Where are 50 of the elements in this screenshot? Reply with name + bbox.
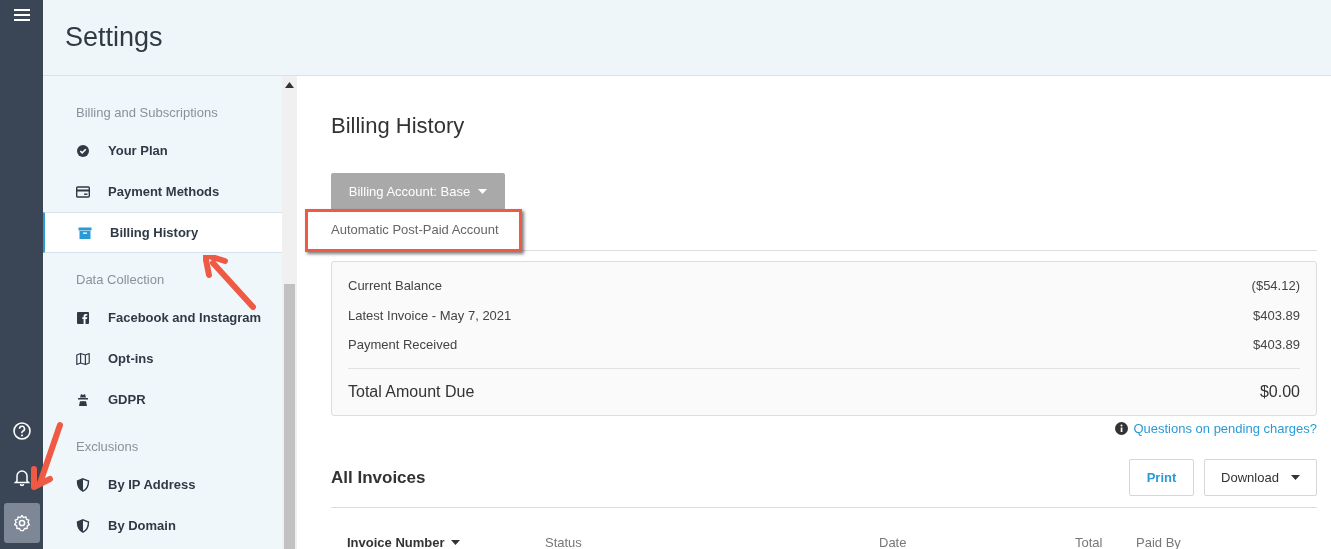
sidebar-item[interactable]: Your Plan xyxy=(43,130,282,171)
sidebar-item[interactable]: GDPR xyxy=(43,379,282,420)
sidebar-section-title: Exclusions xyxy=(75,438,140,456)
spy-icon xyxy=(76,392,90,407)
sidebar-item[interactable]: Facebook and Instagram xyxy=(43,297,282,338)
column-header[interactable]: Paid By xyxy=(1136,533,1181,549)
column-header[interactable]: Total xyxy=(1075,533,1103,549)
scrollbar[interactable] xyxy=(282,76,297,549)
page-title: Settings xyxy=(65,21,163,55)
summary-label: Payment Received xyxy=(348,336,458,354)
sort-caret-icon xyxy=(450,540,460,546)
facebook-icon xyxy=(76,310,90,325)
sidebar-section-title: Data Collection xyxy=(75,271,166,289)
menu-icon[interactable] xyxy=(13,8,30,22)
summary-value: ($54.12) xyxy=(1251,277,1300,295)
account-type: Automatic Post-Paid Account xyxy=(331,221,499,240)
sidebar-item[interactable]: By IP Address xyxy=(43,464,282,505)
help-icon[interactable] xyxy=(11,421,32,441)
sidebar-section-title: Billing and Subscriptions xyxy=(75,104,219,122)
sidebar-item[interactable]: Payment Methods xyxy=(43,171,282,212)
annotation-arrow xyxy=(203,255,259,313)
summary-value: $403.89 xyxy=(1253,306,1300,325)
invoices-title: All Invoices xyxy=(331,466,426,489)
shield-icon xyxy=(76,518,90,533)
settings-icon[interactable] xyxy=(11,513,32,533)
credit-card-icon xyxy=(76,184,90,199)
caret-icon xyxy=(478,189,488,194)
column-header[interactable]: Date xyxy=(879,533,907,549)
settings-button[interactable] xyxy=(3,503,40,543)
download-dropdown[interactable]: Download xyxy=(1204,459,1317,496)
map-icon xyxy=(76,351,90,366)
archive-box-icon xyxy=(78,225,92,240)
summary-label: Current Balance xyxy=(348,277,442,295)
scrollbar-thumb[interactable] xyxy=(284,284,295,549)
badge-check-icon xyxy=(76,143,90,158)
scroll-up-icon[interactable] xyxy=(285,82,294,88)
summary-value: $403.89 xyxy=(1253,336,1300,354)
column-header[interactable]: Status xyxy=(545,533,582,549)
shield-icon xyxy=(76,477,90,492)
sidebar-item[interactable]: Billing History xyxy=(43,212,282,253)
total-value: $0.00 xyxy=(1259,381,1300,402)
sidebar-item[interactable]: By Domain xyxy=(43,505,282,546)
total-label: Total Amount Due xyxy=(348,381,475,402)
column-header[interactable]: Invoice Number xyxy=(347,533,460,549)
info-icon xyxy=(1115,421,1129,435)
summary-label: Latest Invoice - May 7, 2021 xyxy=(348,306,512,325)
section-title: Billing History xyxy=(331,113,466,139)
caret-icon xyxy=(1290,475,1300,480)
sidebar-item[interactable]: Opt-ins xyxy=(43,338,282,379)
notification-icon[interactable] xyxy=(11,467,32,487)
